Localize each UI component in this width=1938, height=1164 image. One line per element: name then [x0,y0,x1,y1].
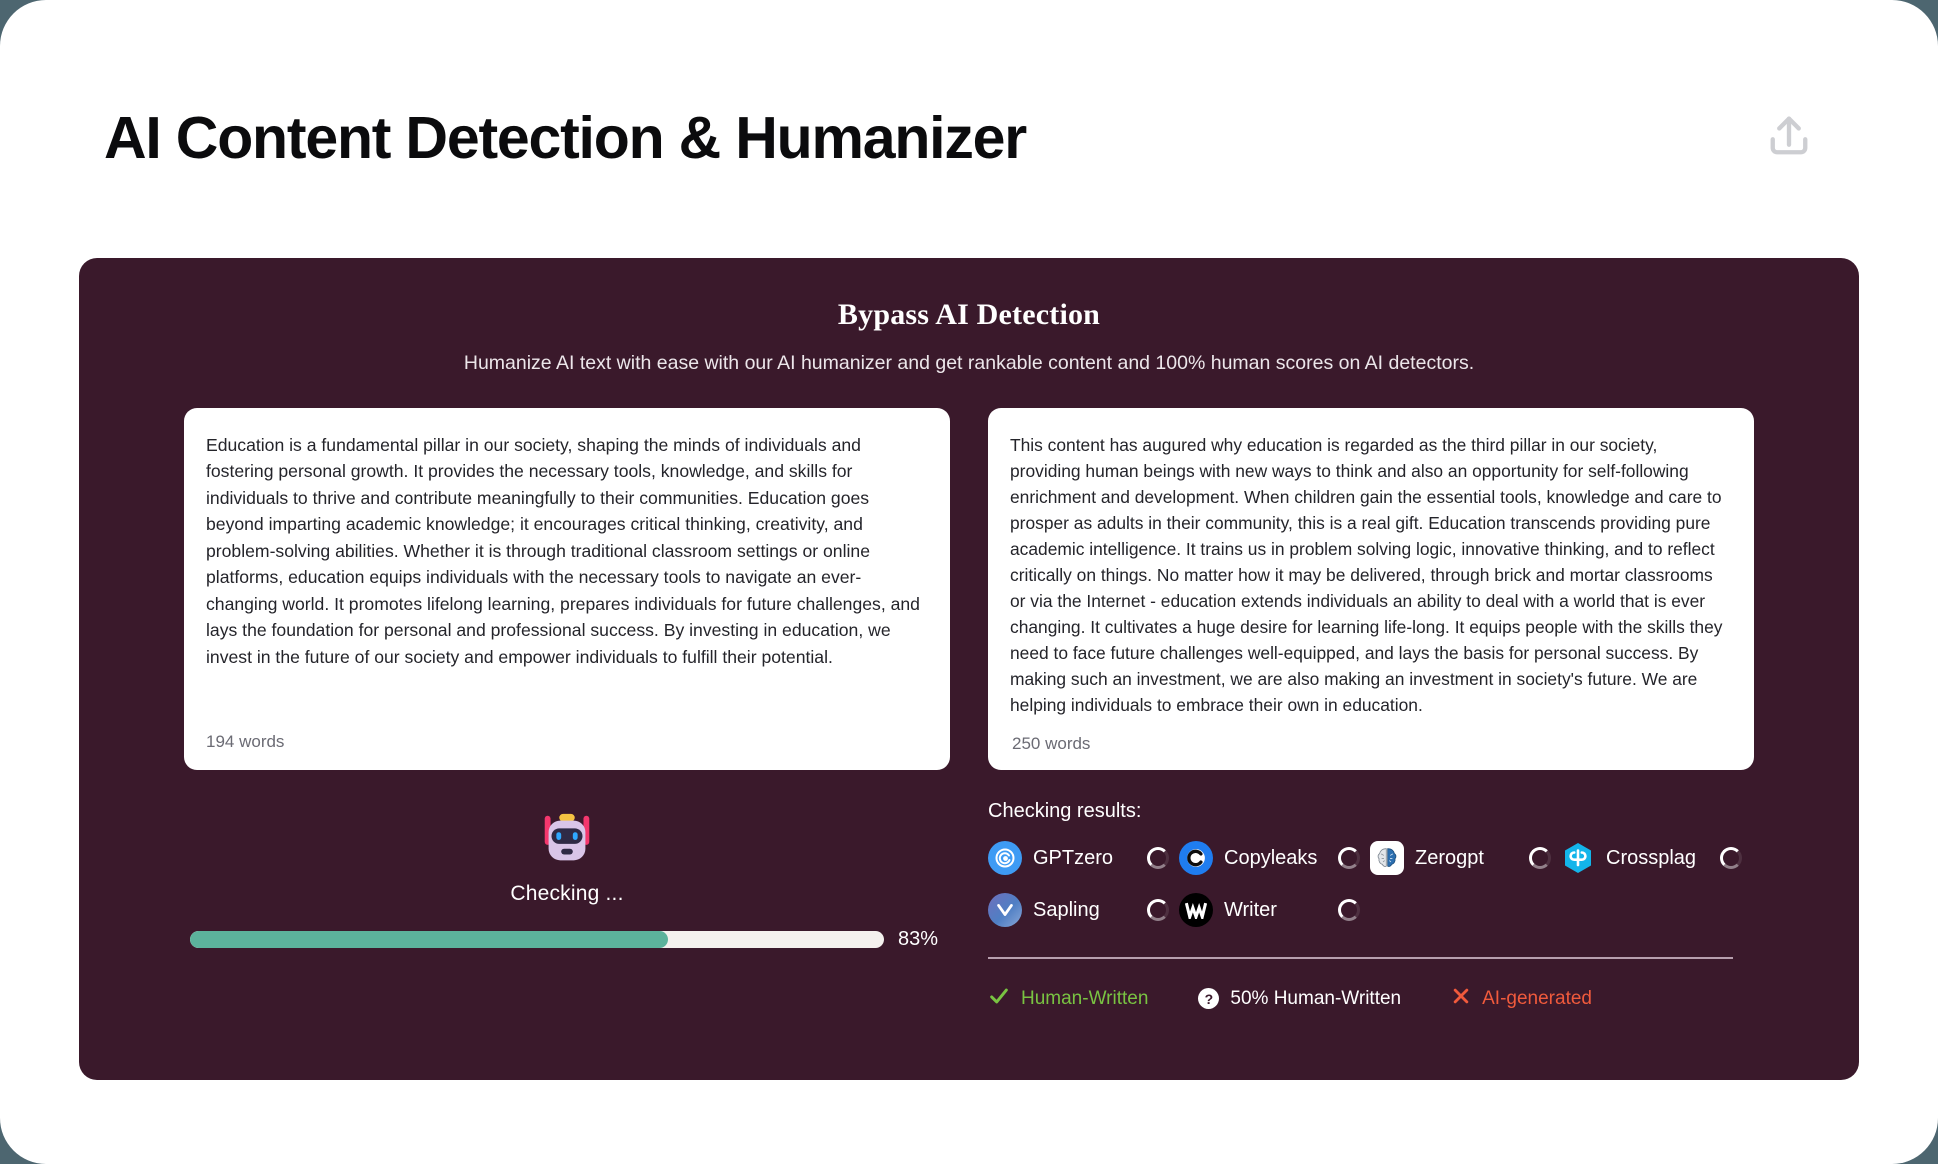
copyleaks-icon [1179,841,1213,875]
loading-spinner-icon [1338,847,1360,869]
detector-writer[interactable]: Writer [1179,893,1370,927]
legend-label: AI-generated [1482,987,1592,1009]
page-surface: AI Content Detection & Humanizer Bypass … [0,0,1938,1164]
detector-label: Sapling [1033,898,1100,921]
detector-label: GPTzero [1033,846,1114,869]
page-title: AI Content Detection & Humanizer [104,104,1027,171]
cross-icon [1451,986,1471,1012]
input-word-count: 194 words [206,732,285,751]
writer-icon [1179,893,1213,927]
detector-crossplag[interactable]: Crossplag [1561,841,1752,875]
legend-item-ai-generated: AI-generated [1451,986,1592,1012]
loading-spinner-icon [1338,899,1360,921]
loading-spinner-icon [1529,847,1551,869]
legend-label: 50% Human-Written [1230,987,1402,1009]
sapling-icon [988,893,1022,927]
page-header: AI Content Detection & Humanizer [104,98,1834,178]
robot-icon [536,808,598,870]
checking-results-title: Checking results: [988,800,1142,822]
legend-item-human-written: Human-Written [988,985,1148,1013]
detector-zerogpt[interactable]: Zerogpt [1370,841,1561,875]
question-icon: ? [1198,988,1220,1009]
loading-spinner-icon [1147,847,1169,869]
loading-spinner-icon [1147,899,1169,921]
progress-percent-label: 83% [898,928,939,950]
detector-label: Writer [1224,898,1277,921]
crossplag-icon [1561,841,1595,875]
panel-title: Bypass AI Detection [837,298,1101,331]
loading-spinner-icon [1720,847,1742,869]
detector-label: Crossplag [1606,846,1697,869]
panel-subtitle: Humanize AI text with ease with our AI h… [463,352,1475,374]
detector-copyleaks[interactable]: Copyleaks [1179,841,1370,875]
output-text-card[interactable]: This content has augured why education i… [988,408,1754,770]
detector-sapling[interactable]: Sapling [988,893,1179,927]
progress-bar-wrapper: 83% [184,928,950,951]
legend-label: Human-Written [1021,987,1149,1009]
legend-item-mixed: ? 50% Human-Written [1198,988,1401,1010]
detector-label: Zerogpt [1415,846,1484,869]
detector-label: Copyleaks [1224,846,1318,869]
zerogpt-icon [1370,841,1404,875]
output-word-count: 250 words [1012,734,1091,753]
text-cards-row: Education is a fundamental pillar in our… [79,408,1859,770]
input-text[interactable]: Education is a fundamental pillar in our… [206,432,928,670]
progress-track [190,931,884,948]
upload-button[interactable] [1756,105,1822,171]
upload-icon [1763,110,1815,167]
input-text-card[interactable]: Education is a fundamental pillar in our… [184,408,950,770]
results-divider [988,957,1733,959]
checking-status-label: Checking ... [510,882,624,905]
results-legend: Human-Written ? 50% Human-Written AI-gen… [988,985,1754,1013]
check-icon [988,985,1010,1013]
progress-fill [190,931,669,948]
gptzero-icon [988,841,1022,875]
detector-grid: GPTzero Copyleaks Zerogpt Crossplag Sapl… [988,841,1754,927]
progress-section: Checking ... 83% [184,798,950,1013]
output-text[interactable]: This content has augured why education i… [1010,432,1732,718]
checking-results-section: Checking results: GPTzero Copyleaks Zero… [988,798,1754,1013]
detector-gptzero[interactable]: GPTzero [988,841,1179,875]
bottom-row: Checking ... 83% Checking results: GPTze… [79,798,1859,1013]
bypass-ai-panel: Bypass AI Detection Humanize AI text wit… [79,258,1859,1080]
